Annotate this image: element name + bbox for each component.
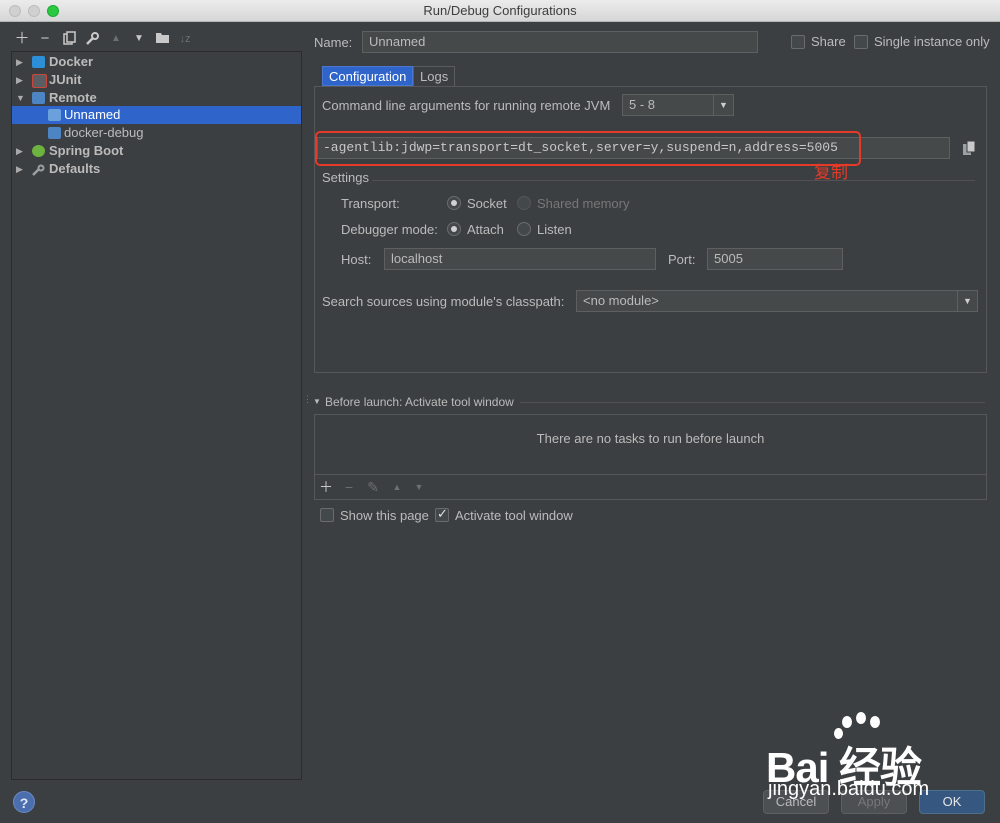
before-launch-divider (520, 402, 985, 403)
transport-socket-label: Socket (467, 196, 507, 211)
arrow-up-icon[interactable]: ▲ (108, 31, 124, 47)
sort-icon[interactable]: ↓z (177, 31, 193, 47)
minus-icon[interactable]: − (37, 31, 53, 47)
transport-label: Transport: (341, 196, 400, 211)
debugger-attach-label: Attach (467, 222, 504, 237)
settings-divider (372, 180, 975, 181)
tree-item-label: Docker (49, 54, 94, 69)
port-label: Port: (668, 252, 696, 267)
tree-item-junit[interactable]: ▶ JUnit (12, 71, 301, 89)
plus-icon[interactable]: ＋ (14, 31, 30, 47)
jvm-version-select[interactable]: 5 - 8 ▼ (622, 94, 734, 116)
transport-socket-radio[interactable] (447, 196, 461, 210)
baidu-jingyan-watermark: Bai 经验 jingyan.baidu.com (762, 712, 1000, 823)
remote-icon (32, 92, 45, 104)
no-tasks-text: There are no tasks to run before launch (536, 431, 765, 446)
tree-item-label: docker-debug (64, 125, 144, 140)
remote-config-icon (48, 109, 61, 121)
show-page-checkbox[interactable] (320, 508, 334, 522)
move-task-down-icon[interactable]: ▼ (412, 480, 426, 494)
show-page-label: Show this page (340, 508, 429, 523)
jvm-version-value: 5 - 8 (629, 97, 656, 112)
copy-icon[interactable] (962, 140, 978, 156)
remove-task-minus-icon[interactable]: − (342, 480, 356, 494)
spring-boot-icon (32, 145, 45, 157)
expand-arrow-icon[interactable]: ▶ (16, 142, 23, 160)
watermark-url: jingyan.baidu.com (768, 778, 930, 800)
tab-logs[interactable]: Logs (413, 66, 456, 86)
arrow-down-icon[interactable]: ▼ (131, 31, 147, 47)
tab-configuration[interactable]: Configuration (322, 66, 414, 86)
tree-item-label: Spring Boot (49, 143, 124, 158)
tree-item-label: Defaults (49, 161, 101, 176)
name-input[interactable]: Unnamed (362, 31, 758, 53)
name-label: Name: (314, 35, 353, 50)
tree-item-label: JUnit (49, 72, 82, 87)
move-task-up-icon[interactable]: ▲ (390, 480, 404, 494)
settings-label: Settings (322, 170, 369, 185)
debugger-mode-label: Debugger mode: (341, 222, 438, 237)
share-checkbox[interactable] (791, 35, 805, 49)
transport-shared-memory-label: Shared memory (537, 196, 630, 211)
chevron-down-icon: ▼ (713, 95, 733, 115)
tree-item-docker-debug[interactable]: docker-debug (12, 124, 301, 142)
collapse-arrow-icon[interactable]: ▼ (313, 397, 321, 406)
before-launch-title: Before launch: Activate tool window (325, 395, 514, 409)
highlight-annotation-box (315, 131, 861, 166)
host-input[interactable]: localhost (384, 248, 656, 270)
cmdline-label: Command line arguments for running remot… (322, 98, 611, 113)
add-task-plus-icon[interactable]: ＋ (319, 480, 333, 494)
single-instance-label: Single instance only (874, 34, 990, 49)
activate-tool-window-label: Activate tool window (455, 508, 573, 523)
debugger-attach-radio[interactable] (447, 222, 461, 236)
module-select[interactable]: <no module> ▼ (576, 290, 978, 312)
wrench-icon (32, 163, 45, 176)
window-title: Run/Debug Configurations (423, 3, 577, 18)
tree-item-defaults[interactable]: ▶ Defaults (12, 160, 301, 178)
tree-item-docker[interactable]: ▶ Docker (12, 53, 301, 71)
tree-item-unnamed[interactable]: Unnamed (12, 106, 301, 124)
module-label: Search sources using module's classpath: (322, 294, 565, 309)
tree-item-remote[interactable]: ▼ Remote (12, 89, 301, 107)
single-instance-checkbox[interactable] (854, 35, 868, 49)
docker-icon (32, 56, 45, 68)
debugger-listen-radio[interactable] (517, 222, 531, 236)
copy-icon[interactable] (62, 31, 78, 47)
port-input[interactable]: 5005 (707, 248, 843, 270)
tree-item-spring-boot[interactable]: ▶ Spring Boot (12, 142, 301, 160)
tree-item-label: Unnamed (64, 107, 121, 122)
remote-config-icon (48, 127, 61, 139)
activate-tool-window-checkbox[interactable] (435, 506, 449, 522)
junit-icon (32, 74, 47, 88)
collapse-arrow-icon[interactable]: ▼ (16, 89, 25, 107)
wrench-icon[interactable] (84, 31, 100, 47)
title-bar: Run/Debug Configurations (0, 0, 1000, 22)
splitter-handle[interactable]: ⋮ (303, 395, 312, 410)
folder-icon[interactable] (154, 31, 170, 47)
host-label: Host: (341, 252, 372, 267)
transport-shared-memory-radio[interactable] (517, 196, 531, 210)
expand-arrow-icon[interactable]: ▶ (16, 53, 23, 71)
expand-arrow-icon[interactable]: ▶ (16, 71, 23, 89)
share-label: Share (811, 34, 846, 49)
debugger-listen-label: Listen (537, 222, 572, 237)
help-button[interactable]: ? (13, 791, 35, 813)
edit-task-pencil-icon[interactable]: ✎ (366, 480, 380, 494)
tree-item-label: Remote (49, 90, 97, 105)
configuration-tree: ▶ Docker ▶ JUnit ▼ Remote Unnamed docker… (11, 51, 302, 780)
expand-arrow-icon[interactable]: ▶ (16, 160, 23, 178)
module-value: <no module> (583, 293, 659, 308)
chevron-down-icon: ▼ (957, 291, 977, 311)
